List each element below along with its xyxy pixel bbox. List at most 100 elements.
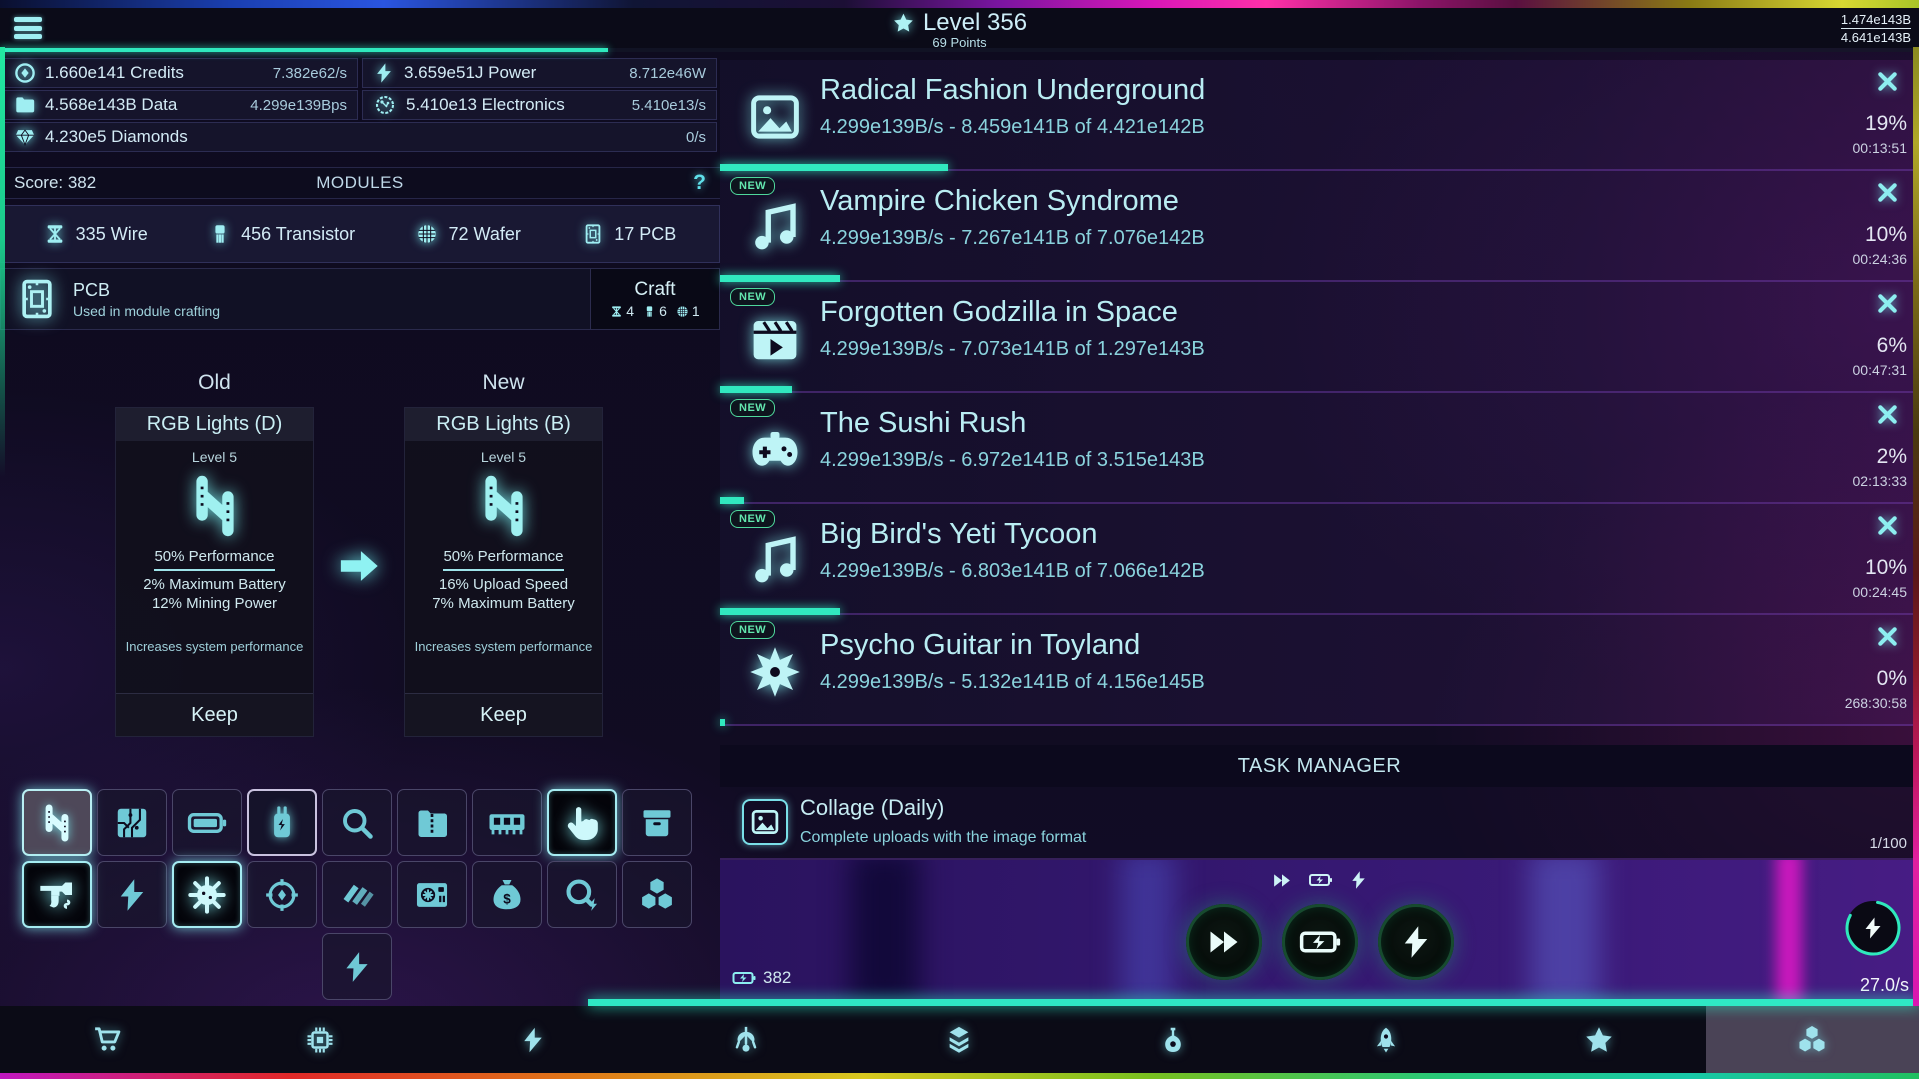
bolt-icon <box>519 1026 547 1054</box>
inventory-item-search-bolt[interactable] <box>547 861 617 928</box>
inventory-item-glue-gun[interactable] <box>22 861 92 928</box>
nav-rocket[interactable] <box>1279 1006 1492 1073</box>
burst-icon <box>748 645 802 699</box>
nav-level[interactable] <box>1493 1006 1706 1073</box>
battery-charge-icon <box>1309 868 1333 892</box>
hand-cursor-icon <box>562 803 602 843</box>
image-icon <box>750 807 780 837</box>
keep-old-button[interactable]: Keep <box>116 693 313 736</box>
upgrade-arrow-icon <box>336 545 382 587</box>
inventory-item-target[interactable] <box>247 861 317 928</box>
pcb-icon <box>582 223 604 245</box>
inventory-item-battery[interactable] <box>172 789 242 856</box>
task-title: Collage (Daily) <box>800 795 944 821</box>
media-bg-magenta-bar <box>1776 860 1802 1000</box>
charger-icon <box>263 804 301 842</box>
nav-claw-machine[interactable] <box>640 1006 853 1073</box>
nav-modules[interactable] <box>1706 1006 1919 1073</box>
menu-icon[interactable] <box>14 17 42 39</box>
upload-row[interactable]: NEW Psycho Guitar in Toyland 4.299e139B/… <box>720 615 1919 726</box>
close-icon[interactable] <box>1876 70 1899 93</box>
inventory-item-psu[interactable] <box>397 861 467 928</box>
upload-row[interactable]: NEW Forgotten Godzilla in Space 4.299e13… <box>720 282 1919 393</box>
module-count-transistor: 456 Transistor <box>209 223 355 245</box>
wafer-icon <box>676 305 689 318</box>
new-badge: NEW <box>730 510 775 528</box>
upload-progress-text: 4.299e139B/s - 6.803e141B of 7.066e142B <box>820 560 1205 583</box>
inventory-item-archive-box[interactable] <box>622 789 692 856</box>
close-icon[interactable] <box>1876 625 1899 648</box>
inventory-item-cubes[interactable] <box>622 861 692 928</box>
inventory-item-magnifier[interactable] <box>322 789 392 856</box>
keep-new-button[interactable]: Keep <box>405 693 602 736</box>
old-item-level: Level 5 <box>192 449 237 465</box>
inventory-item-charger[interactable] <box>247 789 317 856</box>
inventory-item-bolt[interactable] <box>97 861 167 928</box>
craft-button[interactable]: Craft 4 6 1 <box>590 269 719 329</box>
inventory-item-wire-bundle[interactable] <box>322 861 392 928</box>
upload-progress-bar <box>720 386 792 393</box>
media-controls-section: 382 27.0/s <box>720 860 1919 1000</box>
nav-layers[interactable] <box>853 1006 1066 1073</box>
upload-progress-text: 4.299e139B/s - 7.267e141B of 7.076e142B <box>820 227 1205 250</box>
xp-current: 1.474e143B <box>1841 12 1911 29</box>
zip-folder-icon <box>414 805 450 841</box>
power-amount: 3.659e51J Power <box>404 63 536 83</box>
close-icon[interactable] <box>1876 514 1899 537</box>
energy-button[interactable] <box>1378 904 1454 980</box>
pcb-icon <box>15 277 59 321</box>
upload-time-remaining: 00:24:36 <box>1853 251 1908 267</box>
energy-ring-button[interactable] <box>1843 898 1903 958</box>
left-neon-strip <box>0 47 5 477</box>
inventory-item-ram[interactable] <box>472 789 542 856</box>
nav-lab[interactable] <box>1066 1006 1279 1073</box>
data-folder-icon <box>14 94 36 116</box>
close-icon[interactable] <box>1876 181 1899 204</box>
new-stat-2: 16% Upload Speed <box>439 575 568 594</box>
upload-row[interactable]: NEW The Sushi Rush 4.299e139B/s - 6.972e… <box>720 393 1919 504</box>
inventory-item-zip-folder[interactable] <box>397 789 467 856</box>
fast-forward-button[interactable] <box>1186 904 1262 980</box>
old-item-card: RGB Lights (D) Level 5 50% Performance 2… <box>115 407 314 737</box>
upload-title: The Sushi Rush <box>820 407 1026 440</box>
inventory-item-money-bag[interactable] <box>472 861 542 928</box>
media-bg-bar <box>850 860 920 1000</box>
task-description: Complete uploads with the image format <box>800 829 1086 847</box>
upload-row[interactable]: Radical Fashion Underground 4.299e139B/s… <box>720 60 1919 171</box>
diamonds-rate: 0/s <box>686 129 706 146</box>
inventory-item-led-strip[interactable] <box>22 789 92 856</box>
nav-shop[interactable] <box>0 1006 213 1073</box>
inventory-item-hand-cursor[interactable] <box>547 789 617 856</box>
led-strip-icon <box>184 475 246 537</box>
help-button[interactable]: ? <box>693 171 706 195</box>
electronics-amount: 5.410e13 Electronics <box>406 95 565 115</box>
top-neon-strip <box>0 0 1919 8</box>
new-badge: NEW <box>730 288 775 306</box>
close-icon[interactable] <box>1876 292 1899 315</box>
task-row[interactable]: Collage (Daily) Complete uploads with th… <box>720 787 1919 860</box>
close-icon[interactable] <box>1876 403 1899 426</box>
task-manager-header: TASK MANAGER <box>720 745 1919 787</box>
layers-icon <box>944 1025 974 1055</box>
old-item-description: Increases system performance <box>126 639 304 654</box>
led-strip-icon <box>38 804 76 842</box>
upload-progress-text: 4.299e139B/s - 6.972e141B of 3.515e143B <box>820 449 1205 472</box>
upload-percent: 10% <box>1865 223 1907 247</box>
boost-indicator-row <box>1272 868 1369 892</box>
level-label: Level 356 <box>923 9 1027 37</box>
nav-hardware[interactable] <box>213 1006 426 1073</box>
cubes-icon <box>1796 1024 1828 1056</box>
electronics-icon <box>373 93 397 117</box>
inventory-item-virus[interactable] <box>172 861 242 928</box>
upload-progress-bar <box>720 164 948 171</box>
battery-charge-button[interactable] <box>1282 904 1358 980</box>
glue-gun-icon <box>37 875 77 915</box>
inventory-item-bolt-2[interactable] <box>322 933 392 1000</box>
top-bar: Level 356 69 Points 1.474e143B 4.641e143… <box>0 8 1919 48</box>
nav-energy[interactable] <box>426 1006 639 1073</box>
upload-row[interactable]: NEW Big Bird's Yeti Tycoon 4.299e139B/s … <box>720 504 1919 615</box>
inventory-item-circuit-board[interactable] <box>97 789 167 856</box>
money-bag-icon <box>489 877 525 913</box>
wire-icon <box>44 223 66 245</box>
upload-row[interactable]: NEW Vampire Chicken Syndrome 4.299e139B/… <box>720 171 1919 282</box>
